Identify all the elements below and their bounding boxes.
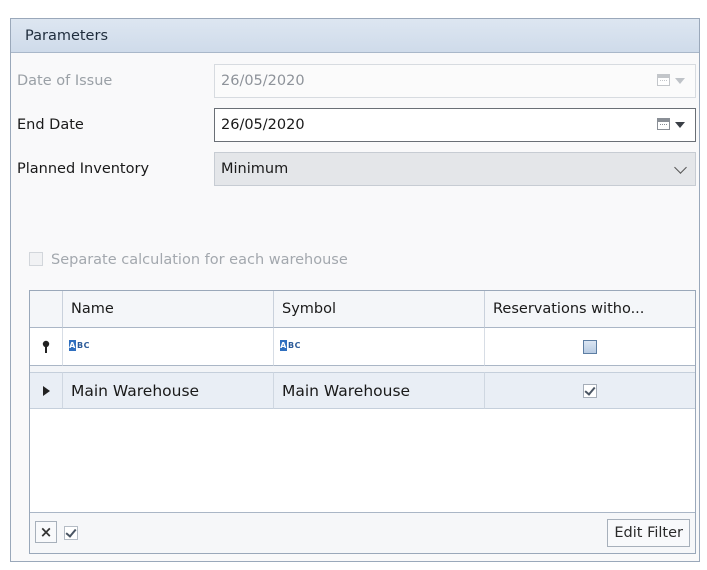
reservations-checkbox[interactable] bbox=[583, 384, 597, 398]
column-header-name[interactable]: Name bbox=[63, 291, 274, 328]
filter-pin-icon bbox=[42, 340, 50, 353]
filter-row-indicator bbox=[30, 328, 63, 366]
end-date-picker-button[interactable] bbox=[657, 118, 687, 132]
filter-cell-name[interactable]: ABC bbox=[63, 328, 274, 366]
separate-calculation-label: Separate calculation for each warehouse bbox=[51, 252, 348, 268]
date-of-issue-row: Date of Issue 26/05/2020 bbox=[11, 63, 699, 99]
clear-filter-button[interactable]: × bbox=[35, 521, 57, 543]
filter-cell-reservations[interactable] bbox=[485, 328, 695, 366]
calendar-icon bbox=[657, 74, 670, 86]
dropdown-arrow-icon bbox=[675, 122, 685, 128]
date-of-issue-label: Date of Issue bbox=[17, 73, 113, 89]
column-header-reservations[interactable]: Reservations witho... bbox=[485, 291, 695, 328]
abc-text-filter-icon: ABC bbox=[280, 340, 301, 351]
planned-inventory-select[interactable]: Minimum bbox=[214, 152, 696, 186]
table-row-reservations[interactable] bbox=[485, 372, 695, 409]
table-row-symbol[interactable]: Main Warehouse bbox=[274, 372, 485, 409]
current-row-arrow-icon bbox=[43, 386, 50, 396]
planned-inventory-row: Planned Inventory Minimum bbox=[11, 151, 699, 187]
panel-header: Parameters bbox=[11, 19, 699, 53]
planned-inventory-label: Planned Inventory bbox=[17, 161, 150, 177]
end-date-field[interactable]: 26/05/2020 bbox=[214, 108, 696, 142]
end-date-row: End Date 26/05/2020 bbox=[11, 107, 699, 143]
parameters-panel: Parameters Date of Issue 26/05/2020 End … bbox=[10, 18, 700, 562]
warehouse-grid: Name Symbol Reservations witho... ABC AB… bbox=[29, 290, 696, 554]
calendar-icon bbox=[657, 118, 670, 130]
edit-filter-button[interactable]: Edit Filter bbox=[607, 519, 690, 547]
table-row-name[interactable]: Main Warehouse bbox=[63, 372, 274, 409]
filter-cell-symbol[interactable]: ABC bbox=[274, 328, 485, 366]
end-date-label: End Date bbox=[17, 117, 84, 133]
enable-filter-checkbox[interactable] bbox=[64, 526, 78, 540]
column-header-symbol[interactable]: Symbol bbox=[274, 291, 485, 328]
abc-text-filter-icon: ABC bbox=[69, 340, 90, 351]
date-of-issue-picker-button[interactable] bbox=[657, 74, 687, 88]
grid-footer: × Edit Filter bbox=[30, 512, 695, 553]
date-of-issue-field[interactable]: 26/05/2020 bbox=[214, 64, 696, 98]
separate-calculation-option: Separate calculation for each warehouse bbox=[29, 248, 348, 272]
separate-calculation-checkbox[interactable] bbox=[29, 251, 43, 266]
dropdown-arrow-icon bbox=[675, 78, 685, 84]
filter-reservations-checkbox[interactable] bbox=[583, 340, 597, 354]
planned-inventory-value: Minimum bbox=[221, 161, 289, 177]
row-indicator-header bbox=[30, 291, 63, 328]
chevron-down-icon bbox=[674, 161, 687, 174]
row-indicator[interactable] bbox=[30, 372, 63, 409]
end-date-value: 26/05/2020 bbox=[221, 117, 305, 133]
date-of-issue-value: 26/05/2020 bbox=[221, 73, 305, 89]
